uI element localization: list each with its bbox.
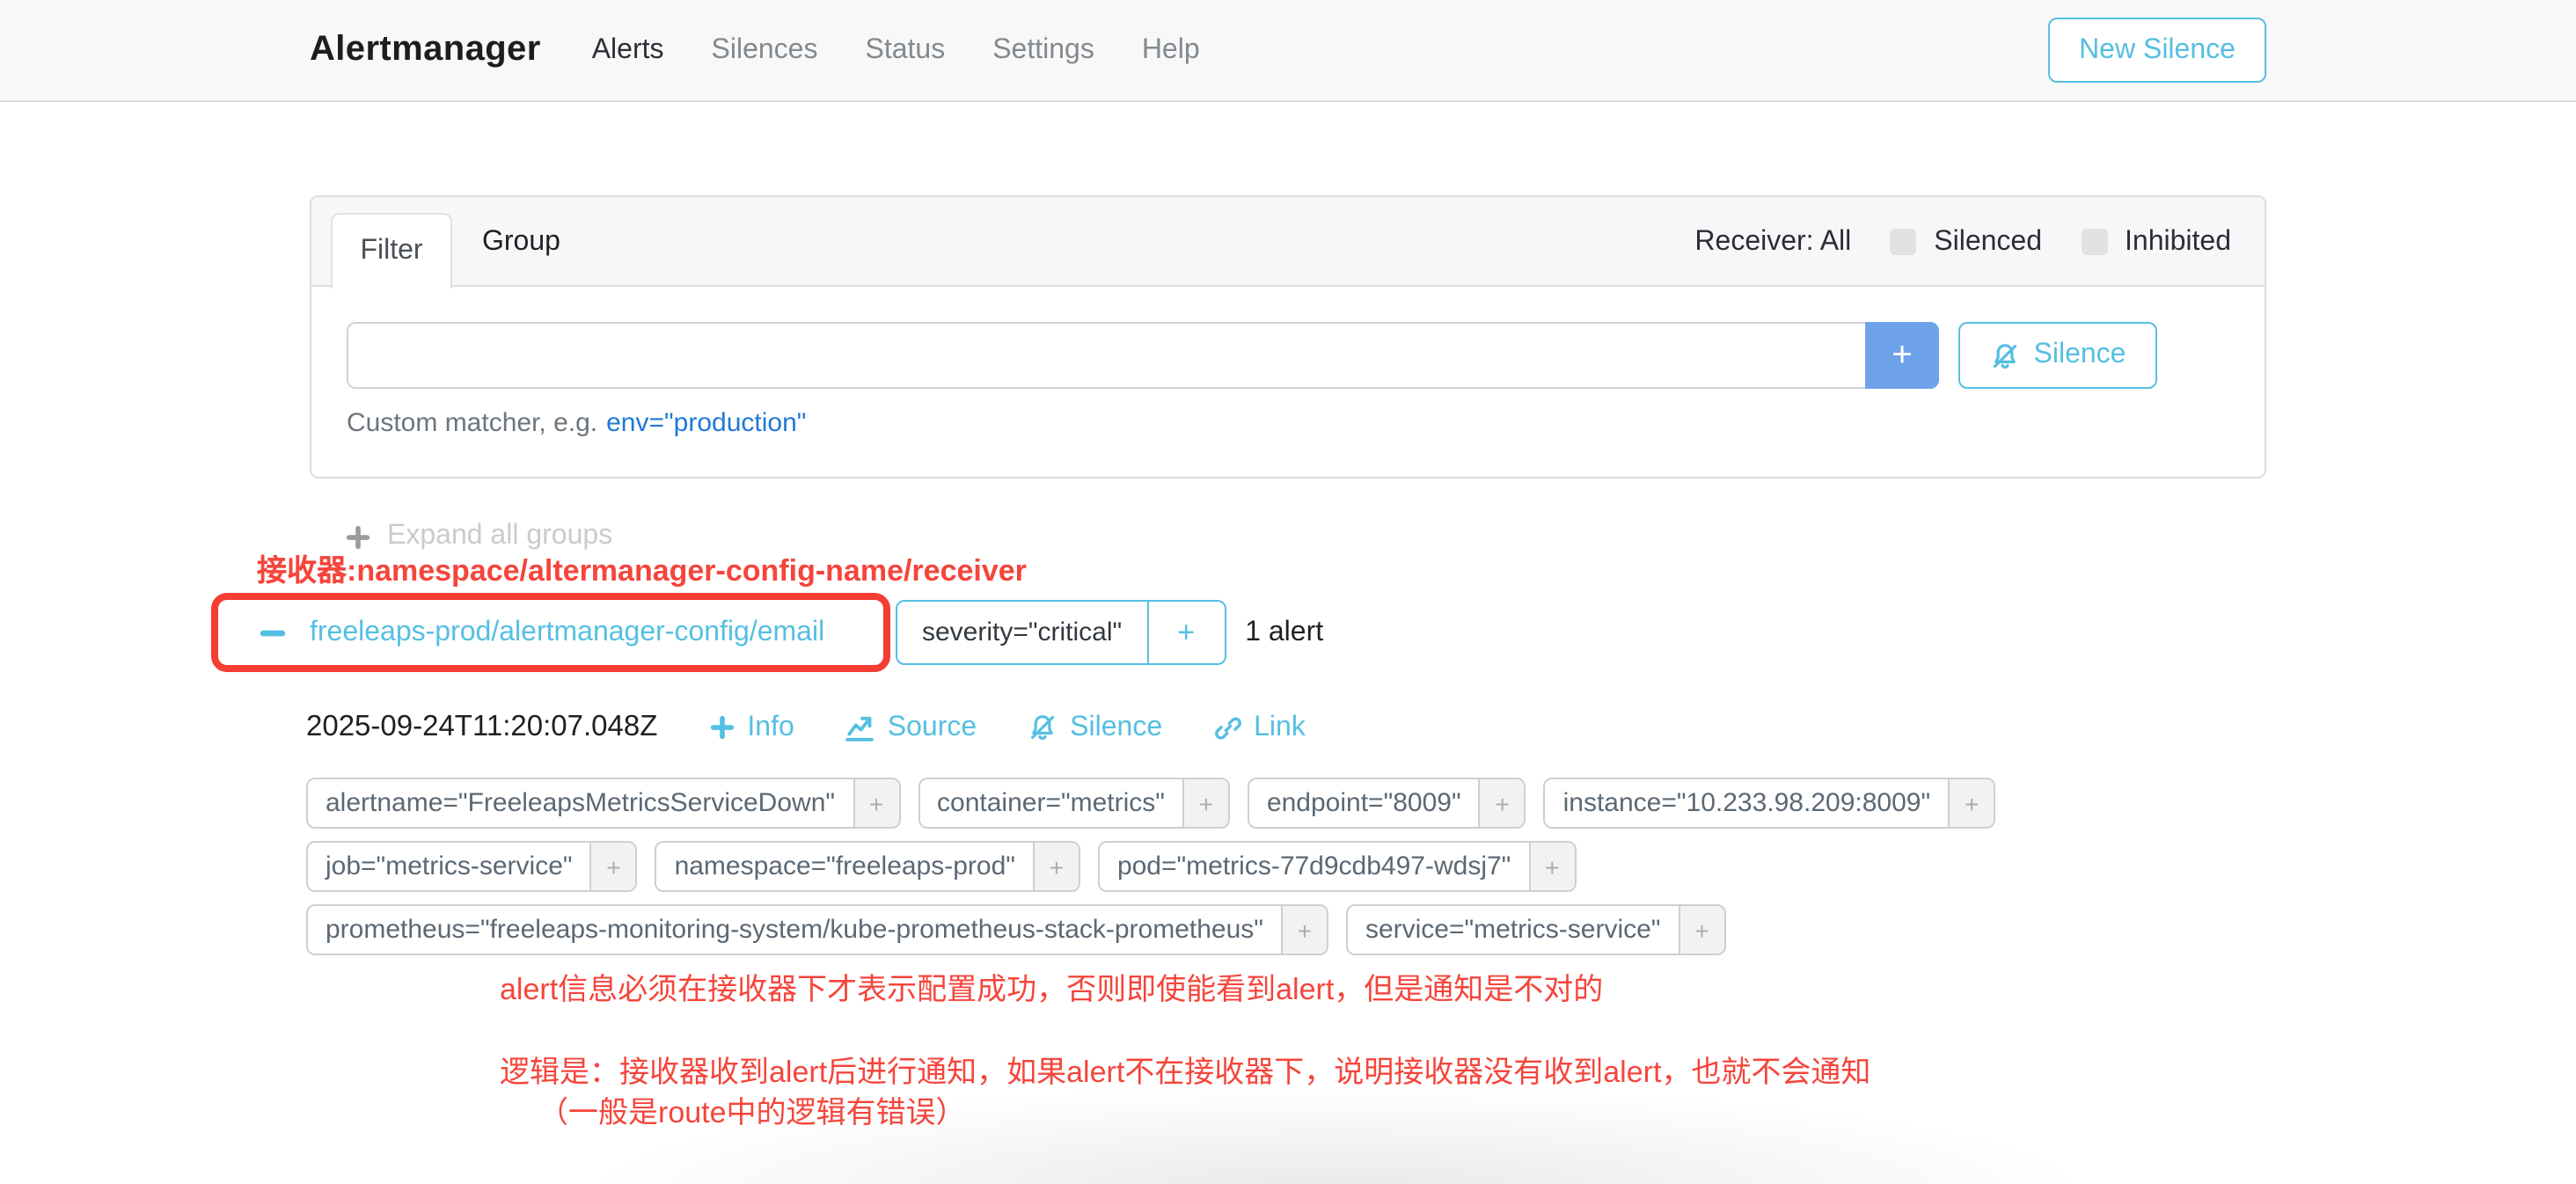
filter-card: Filter Group Receiver: All Silenced Inhi… bbox=[310, 195, 2266, 479]
alert-label-text: job="metrics-service" bbox=[308, 843, 590, 890]
alert-label-add-button[interactable]: + bbox=[1182, 779, 1228, 827]
alert-label-text: service="metrics-service" bbox=[1348, 906, 1679, 954]
alert-label-add-button[interactable]: + bbox=[1033, 843, 1079, 890]
minus-icon bbox=[259, 618, 287, 647]
nav-item-silences[interactable]: Silences bbox=[712, 34, 818, 66]
silence-from-filter-button[interactable]: Silence bbox=[1958, 322, 2157, 389]
silenced-checkbox-wrap[interactable]: Silenced bbox=[1890, 226, 2042, 258]
new-silence-button[interactable]: New Silence bbox=[2048, 18, 2266, 83]
alert-label-chip[interactable]: pod="metrics-77d9cdb497-wdsj7"+ bbox=[1098, 841, 1576, 892]
nav-item-alerts[interactable]: Alerts bbox=[592, 34, 664, 66]
alert-label-add-button[interactable]: + bbox=[1479, 779, 1525, 827]
group-receiver-label[interactable]: freeleaps-prod/alertmanager-config/email bbox=[310, 617, 824, 648]
alert-link-link[interactable]: Link bbox=[1213, 712, 1306, 743]
alert-label-text: prometheus="freeleaps-monitoring-system/… bbox=[308, 906, 1281, 954]
alertmanager-app: Alertmanager Alerts Silences Status Sett… bbox=[0, 0, 2576, 1184]
alert-label-add-button[interactable]: + bbox=[853, 779, 898, 827]
alert-label-add-button[interactable]: + bbox=[1948, 779, 1994, 827]
link-icon bbox=[1213, 713, 1241, 742]
bell-slash-icon bbox=[1028, 713, 1057, 742]
alert-label-text: alertname="FreeleapsMetricsServiceDown" bbox=[308, 779, 853, 827]
alert-label-row: prometheus="freeleaps-monitoring-system/… bbox=[306, 904, 1995, 955]
group-matcher-value[interactable]: severity="critical" bbox=[896, 600, 1148, 665]
filter-header-right: Receiver: All Silenced Inhibited bbox=[1694, 197, 2231, 287]
alert-label-add-button[interactable]: + bbox=[590, 843, 636, 890]
alert-label-chip[interactable]: prometheus="freeleaps-monitoring-system/… bbox=[306, 904, 1328, 955]
annotation-note-2: 逻辑是：接收器收到alert后进行通知，如果alert不在接收器下，说明接收器没… bbox=[500, 1047, 1870, 1091]
alert-silence-link[interactable]: Silence bbox=[1028, 712, 1162, 743]
alert-label-chip[interactable]: endpoint="8009"+ bbox=[1248, 778, 1526, 829]
alert-label-text: instance="10.233.98.209:8009" bbox=[1546, 779, 1949, 827]
silenced-checkbox-label: Silenced bbox=[1934, 226, 2042, 258]
inhibited-checkbox-label: Inhibited bbox=[2125, 226, 2231, 258]
alert-timestamp: 2025-09-24T11:20:07.048Z bbox=[306, 711, 657, 744]
receiver-filter-label[interactable]: Receiver: All bbox=[1694, 226, 1851, 258]
alert-label-chip[interactable]: job="metrics-service"+ bbox=[306, 841, 638, 892]
group-alert-count: 1 alert bbox=[1245, 617, 1323, 648]
inhibited-checkbox[interactable] bbox=[2081, 229, 2107, 255]
alert-label-row: job="metrics-service"+namespace="freelea… bbox=[306, 841, 1995, 892]
annotation-note-3: （一般是route中的逻辑有错误） bbox=[538, 1087, 966, 1131]
navbar: Alertmanager Alerts Silences Status Sett… bbox=[0, 0, 2576, 102]
annotation-receiver-note: 接收器:namespace/altermanager-config-name/r… bbox=[257, 545, 1027, 589]
alert-label-text: container="metrics" bbox=[919, 779, 1182, 827]
alert-labels: alertname="FreeleapsMetricsServiceDown"+… bbox=[306, 778, 1995, 968]
alert-source-link[interactable]: Source bbox=[845, 712, 977, 743]
app-brand[interactable]: Alertmanager bbox=[310, 30, 541, 70]
alert-header-row: 2025-09-24T11:20:07.048Z Info Source bbox=[306, 711, 1306, 744]
nav-item-help[interactable]: Help bbox=[1142, 34, 1200, 66]
group-matcher-chip[interactable]: severity="critical" + bbox=[896, 600, 1226, 665]
tab-group[interactable]: Group bbox=[482, 197, 560, 287]
alert-label-chip[interactable]: namespace="freeleaps-prod"+ bbox=[655, 841, 1080, 892]
alert-label-chip[interactable]: instance="10.233.98.209:8009"+ bbox=[1544, 778, 1996, 829]
chart-icon bbox=[845, 713, 875, 742]
alert-label-add-button[interactable]: + bbox=[1678, 906, 1723, 954]
annotation-red-box[interactable]: freeleaps-prod/alertmanager-config/email bbox=[211, 593, 890, 672]
alert-group-row: freeleaps-prod/alertmanager-config/email… bbox=[211, 593, 1323, 672]
group-matcher-add-button[interactable]: + bbox=[1148, 600, 1226, 665]
matcher-example-link[interactable]: env="production" bbox=[606, 408, 806, 438]
alert-label-chip[interactable]: container="metrics"+ bbox=[918, 778, 1230, 829]
filter-card-header: Filter Group Receiver: All Silenced Inhi… bbox=[311, 197, 2265, 287]
silence-button-label: Silence bbox=[2034, 340, 2126, 371]
matcher-input[interactable] bbox=[347, 322, 1865, 389]
filter-card-body: + Silence Custom matcher, e.g.env="produ… bbox=[311, 287, 2265, 473]
bell-slash-icon bbox=[1990, 340, 2020, 370]
alert-label-chip[interactable]: alertname="FreeleapsMetricsServiceDown"+ bbox=[306, 778, 900, 829]
nav-item-settings[interactable]: Settings bbox=[992, 34, 1094, 66]
silenced-checkbox[interactable] bbox=[1890, 229, 1916, 255]
tab-filter[interactable]: Filter bbox=[331, 213, 452, 289]
alert-label-text: pod="metrics-77d9cdb497-wdsj7" bbox=[1100, 843, 1528, 890]
matcher-help-text: Custom matcher, e.g.env="production" bbox=[347, 408, 2229, 438]
alert-label-text: namespace="freeleaps-prod" bbox=[657, 843, 1033, 890]
nav-item-status[interactable]: Status bbox=[865, 34, 945, 66]
alert-label-add-button[interactable]: + bbox=[1528, 843, 1574, 890]
inhibited-checkbox-wrap[interactable]: Inhibited bbox=[2081, 226, 2231, 258]
plus-icon bbox=[708, 714, 735, 741]
add-matcher-button[interactable]: + bbox=[1865, 322, 1939, 389]
alert-label-chip[interactable]: service="metrics-service"+ bbox=[1346, 904, 1726, 955]
alert-label-row: alertname="FreeleapsMetricsServiceDown"+… bbox=[306, 778, 1995, 829]
alert-info-link[interactable]: Info bbox=[708, 712, 794, 743]
alert-label-text: endpoint="8009" bbox=[1249, 779, 1479, 827]
alert-label-add-button[interactable]: + bbox=[1281, 906, 1327, 954]
nav-links: Alerts Silences Status Settings Help bbox=[592, 34, 1200, 66]
annotation-note-1: alert信息必须在接收器下才表示配置成功，否则即使能看到alert，但是通知是… bbox=[500, 964, 1603, 1008]
